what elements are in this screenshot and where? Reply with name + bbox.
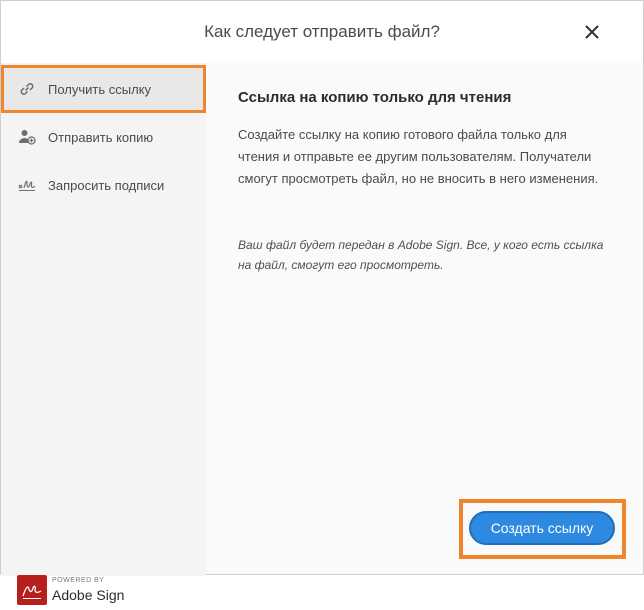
sidebar-item-label: Отправить копию — [48, 130, 154, 145]
share-dialog: Как следует отправить файл? Получить ссы… — [0, 0, 644, 605]
content-description: Создайте ссылку на копию готового файла … — [238, 127, 599, 186]
powered-by-label: POWERED BY — [52, 577, 105, 584]
close-icon — [585, 25, 599, 39]
signature-icon — [18, 176, 36, 194]
close-button[interactable] — [583, 23, 601, 41]
create-link-button[interactable]: Создать ссылку — [469, 511, 615, 545]
sidebar-item-request-signatures[interactable]: Запросить подписи — [1, 161, 206, 209]
sidebar-item-label: Получить ссылку — [48, 82, 152, 97]
dialog-title: Как следует отправить файл? — [204, 22, 440, 41]
content-heading: Ссылка на копию только для чтения — [238, 89, 512, 106]
content-panel: Ссылка на копию только для чтения Создай… — [206, 63, 643, 574]
dialog-header: Как следует отправить файл? — [1, 1, 643, 64]
add-person-icon — [18, 128, 36, 146]
content-note: Ваш файл будет передан в Adobe Sign. Все… — [238, 238, 604, 272]
sidebar-item-send-copy[interactable]: Отправить копию — [1, 113, 206, 161]
sidebar: Получить ссылку Отправить копию Запросит… — [1, 63, 206, 605]
adobe-sign-logo-icon — [17, 575, 47, 605]
create-link-highlight: Создать ссылку — [459, 499, 626, 559]
sidebar-item-label: Запросить подписи — [48, 178, 165, 193]
sidebar-item-get-link[interactable]: Получить ссылку — [1, 65, 206, 113]
brand-name: Adobe Sign — [52, 587, 125, 603]
link-icon — [18, 80, 36, 98]
